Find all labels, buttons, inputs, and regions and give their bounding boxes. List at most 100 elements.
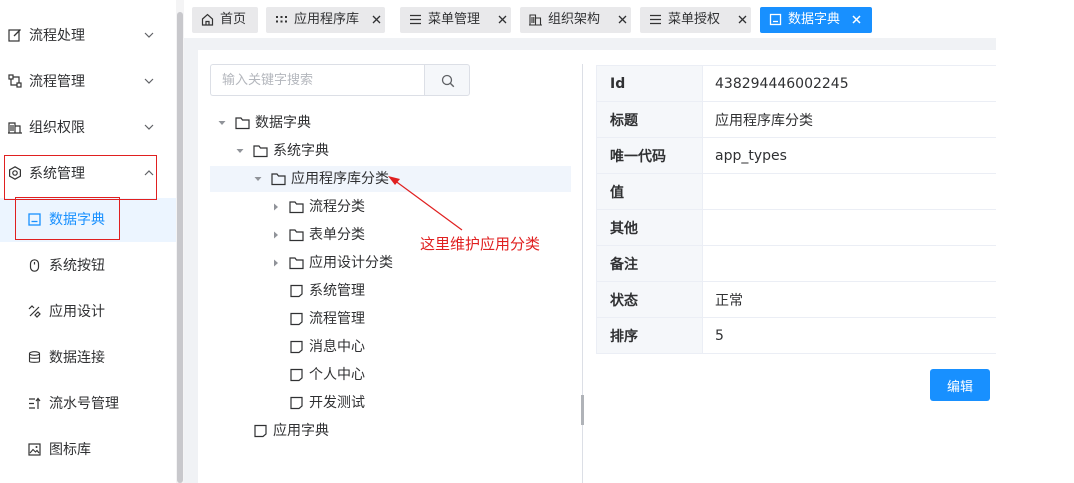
folder-icon <box>253 145 268 158</box>
image-icon <box>28 443 41 456</box>
file-icon <box>290 396 303 410</box>
close-icon[interactable] <box>850 13 863 26</box>
tab-app-library[interactable]: 应用程序库 <box>266 7 385 33</box>
chevron-down-icon <box>144 124 154 130</box>
close-icon[interactable] <box>616 13 629 26</box>
tab-label: 菜单授权 <box>668 12 721 27</box>
sidebar-scrollbar[interactable] <box>177 12 183 483</box>
sidebar-item-label: 数据连接 <box>49 350 105 366</box>
tree-node-message-center[interactable]: 消息中心 <box>210 334 571 360</box>
detail-value: 438294446002245 <box>702 65 996 102</box>
folder-icon <box>289 201 304 214</box>
sidebar-item-data-dictionary[interactable]: 数据字典 <box>0 198 176 242</box>
tree-node-dev-test[interactable]: 开发测试 <box>210 390 571 416</box>
sidebar-menu-label: 流程管理 <box>29 74 85 90</box>
detail-label: 值 <box>596 173 703 210</box>
close-icon[interactable] <box>736 13 749 26</box>
detail-value <box>702 245 996 282</box>
sidebar-menu-workflow-management[interactable]: 流程管理 <box>0 60 176 104</box>
caret-right-icon[interactable] <box>272 259 280 267</box>
detail-label: 排序 <box>596 317 703 354</box>
tab-home[interactable]: 首页 <box>192 7 258 33</box>
design-icon <box>28 305 41 318</box>
tree-node-system-management[interactable]: 系统管理 <box>210 278 571 304</box>
sidebar-item-serial-number[interactable]: 流水号管理 <box>0 382 176 426</box>
detail-row-note: 备注 <box>596 245 996 282</box>
detail-label: 唯一代码 <box>596 137 703 174</box>
tree-node-label: 系统字典 <box>273 143 329 159</box>
file-icon <box>290 340 303 354</box>
tree-node-label: 开发测试 <box>309 395 365 411</box>
sidebar-menu-label: 系统管理 <box>29 166 85 182</box>
detail-value: 应用程序库分类 <box>702 101 996 138</box>
sidebar-item-data-connection[interactable]: 数据连接 <box>0 336 176 380</box>
menu-icon <box>410 14 421 25</box>
tree-node-workflow-management[interactable]: 流程管理 <box>210 306 571 332</box>
annotation-arrow <box>388 176 463 231</box>
tab-org-structure[interactable]: 组织架构 <box>520 7 631 33</box>
tab-label: 数据字典 <box>788 12 841 27</box>
panel-splitter-handle[interactable] <box>581 395 584 425</box>
sidebar-item-label: 系统按钮 <box>49 258 105 274</box>
tab-menu-management[interactable]: 菜单管理 <box>400 7 511 33</box>
tab-label: 组织架构 <box>548 12 601 27</box>
detail-value <box>702 209 996 246</box>
edit-icon <box>8 29 21 42</box>
caret-right-icon[interactable] <box>272 231 280 239</box>
tab-menu-authorization[interactable]: 菜单授权 <box>640 7 751 33</box>
search-icon <box>441 74 455 88</box>
tree-node-label: 表单分类 <box>309 227 365 243</box>
tree-node-label: 应用设计分类 <box>309 255 393 271</box>
sidebar-menu-label: 流程处理 <box>29 28 85 44</box>
detail-row-other: 其他 <box>596 209 996 246</box>
sidebar-item-system-buttons[interactable]: 系统按钮 <box>0 244 176 288</box>
tab-data-dictionary[interactable]: 数据字典 <box>760 7 872 33</box>
folder-icon <box>289 257 304 270</box>
tree-node-label: 数据字典 <box>255 115 311 131</box>
folder-icon <box>235 117 250 130</box>
tree-node-label: 流程分类 <box>309 199 365 215</box>
folder-icon <box>289 229 304 242</box>
tree-node-personal-center[interactable]: 个人中心 <box>210 362 571 388</box>
sidebar-item-label: 应用设计 <box>49 304 105 320</box>
close-icon[interactable] <box>370 13 383 26</box>
sidebar-menu-system-management[interactable]: 系统管理 <box>0 152 176 196</box>
sidebar-menu-org-permission[interactable]: 组织权限 <box>0 106 176 150</box>
tree-node-label: 应用程序库分类 <box>291 171 389 187</box>
tab-label: 应用程序库 <box>294 12 360 27</box>
caret-down-icon[interactable] <box>236 147 244 155</box>
tree-node-app-dictionary[interactable]: 应用字典 <box>210 418 571 444</box>
detail-label: 状态 <box>596 281 703 318</box>
database-icon <box>28 351 41 363</box>
file-icon <box>290 284 303 298</box>
sidebar-item-app-design[interactable]: 应用设计 <box>0 290 176 334</box>
tree-node-label: 消息中心 <box>309 339 365 355</box>
detail-value: 正常 <box>702 281 996 318</box>
sidebar-item-label: 流水号管理 <box>49 396 119 412</box>
search-button[interactable] <box>424 64 470 96</box>
annotation-text: 这里维护应用分类 <box>420 235 541 253</box>
sidebar-item-label: 数据字典 <box>49 212 105 228</box>
tree-node-label: 流程管理 <box>309 311 365 327</box>
detail-label: 标题 <box>596 101 703 138</box>
gear-icon <box>9 166 21 180</box>
detail-row-id: Id 438294446002245 <box>596 65 996 102</box>
tree-node-system-dictionary[interactable]: 系统字典 <box>210 138 571 164</box>
org-icon <box>529 14 542 26</box>
detail-row-sort: 排序 5 <box>596 317 996 354</box>
sidebar-menu-workflow-processing[interactable]: 流程处理 <box>0 14 176 58</box>
detail-label: 其他 <box>596 209 703 246</box>
tree-node-label: 应用字典 <box>273 423 329 439</box>
detail-row-title: 标题 应用程序库分类 <box>596 101 996 138</box>
close-icon[interactable] <box>496 13 509 26</box>
mouse-icon <box>29 259 40 272</box>
caret-down-icon[interactable] <box>254 175 262 183</box>
edit-button[interactable]: 编辑 <box>930 369 990 401</box>
book-icon <box>28 213 41 226</box>
caret-right-icon[interactable] <box>272 203 280 211</box>
detail-value <box>702 173 996 210</box>
tree-node-data-dictionary[interactable]: 数据字典 <box>210 110 571 136</box>
sidebar-item-icon-library[interactable]: 图标库 <box>0 428 176 472</box>
search-input[interactable] <box>210 64 425 96</box>
caret-down-icon[interactable] <box>218 119 226 127</box>
